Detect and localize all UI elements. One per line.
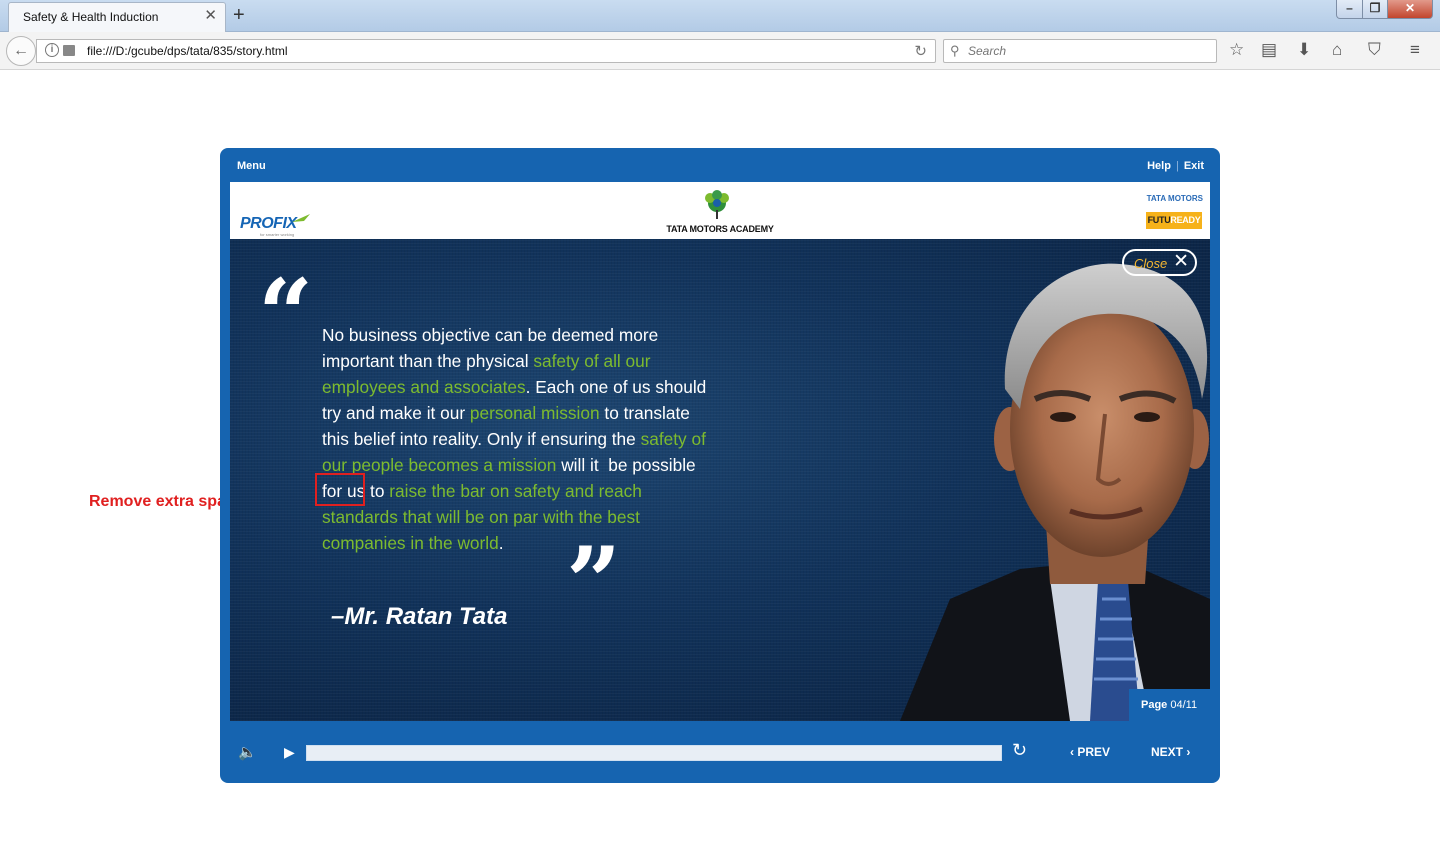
navigation-toolbar: ← i file:///D:/gcube/dps/tata/835/story.… [0, 32, 1440, 70]
chevron-right-icon: › [1183, 745, 1191, 759]
minimize-icon: – [1346, 1, 1353, 15]
replay-icon[interactable]: ↻ [1012, 740, 1027, 761]
tata-motors-logo: TATA MOTORS [1146, 194, 1203, 203]
futuready-logo: FUTUREADY [1146, 212, 1202, 229]
course-player: Menu Help | Exit PROFIX for smarter workin… [220, 148, 1220, 783]
reload-icon[interactable]: ↻ [914, 42, 927, 60]
search-input[interactable] [968, 43, 1208, 59]
maximize-button[interactable]: ❐ [1362, 0, 1388, 19]
quote-segment: . [498, 533, 504, 553]
next-button[interactable]: NEXT › [1151, 745, 1190, 759]
reading-list-icon[interactable]: ▤ [1261, 40, 1277, 60]
futuready-part-a: FUTU [1147, 215, 1171, 225]
hamburger-menu-icon[interactable]: ≡ [1410, 40, 1420, 60]
url-text[interactable]: file:///D:/gcube/dps/tata/835/story.html [87, 44, 288, 58]
back-arrow-icon: ← [13, 42, 29, 59]
play-icon[interactable]: ▶ [284, 744, 295, 761]
tab-title: Safety & Health Induction [23, 10, 159, 24]
pocket-icon[interactable]: ⛉ [1368, 40, 1381, 60]
browser-tab-bar: Safety & Health Induction ✕ + – ❐ ✕ [0, 0, 1440, 32]
player-controls: 🔈 ▶ ↻ ‹ PREV NEXT › [230, 735, 1210, 771]
restore-icon: ❐ [1369, 1, 1381, 15]
url-bar[interactable]: i file:///D:/gcube/dps/tata/835/story.ht… [36, 39, 936, 63]
next-label: NEXT [1151, 745, 1184, 759]
volume-icon[interactable]: 🔈 [238, 743, 257, 761]
quote-highlight: personal mission [469, 403, 600, 423]
academy-tree-icon [705, 190, 729, 219]
window-close-button[interactable]: ✕ [1387, 0, 1433, 19]
help-link[interactable]: Help [1147, 160, 1171, 172]
minimize-button[interactable]: – [1336, 0, 1363, 19]
profix-swoosh-icon [292, 214, 310, 222]
close-quote-mark: ” [566, 526, 622, 639]
progress-fill [307, 746, 1001, 760]
annotation-highlight-box [315, 473, 365, 506]
close-label: Close [1134, 256, 1168, 271]
page-word: Page [1141, 699, 1168, 711]
link-separator: | [1175, 160, 1179, 172]
home-icon[interactable]: ⌂ [1332, 40, 1342, 60]
tab-close-icon[interactable]: ✕ [204, 8, 217, 24]
window-close-icon: ✕ [1404, 1, 1416, 15]
ratan-tata-portrait [900, 263, 1210, 721]
page-icon [63, 45, 75, 56]
page-indicator: Page 04/11 [1129, 689, 1210, 721]
top-right-links: Help | Exit [1147, 160, 1204, 172]
futuready-part-b: READY [1170, 215, 1201, 225]
course-header: PROFIX for smarter working TATA MOTORS A… [230, 182, 1210, 239]
search-icon: ⚲ [950, 43, 960, 58]
new-tab-button[interactable]: + [233, 4, 245, 26]
progress-bar[interactable] [306, 745, 1002, 761]
close-icon: ✕ [1173, 251, 1189, 272]
exit-link[interactable]: Exit [1184, 160, 1204, 172]
download-icon[interactable]: ⬇ [1297, 40, 1311, 60]
star-icon[interactable]: ☆ [1229, 40, 1244, 60]
slide-stage: Close ✕ “ No business objective can be d… [230, 239, 1210, 721]
quote-author: –Mr. Ratan Tata [331, 603, 508, 630]
back-button[interactable]: ← [6, 36, 36, 66]
search-bar[interactable]: ⚲ [943, 39, 1217, 63]
open-quote-mark: “ [258, 258, 314, 371]
menu-link[interactable]: Menu [237, 160, 266, 172]
page-number: 04/11 [1170, 699, 1198, 711]
close-button[interactable]: Close ✕ [1122, 249, 1197, 276]
page-label: Page 04/11 [1141, 699, 1197, 711]
site-info-icon[interactable]: i [45, 43, 59, 57]
quote-text: No business objective can be deemed more… [322, 322, 717, 556]
academy-name: TATA MOTORS ACADEMY [666, 224, 774, 234]
browser-tab[interactable]: Safety & Health Induction ✕ [8, 2, 226, 32]
prev-button[interactable]: ‹ PREV [1070, 745, 1110, 759]
prev-label: PREV [1077, 745, 1111, 759]
